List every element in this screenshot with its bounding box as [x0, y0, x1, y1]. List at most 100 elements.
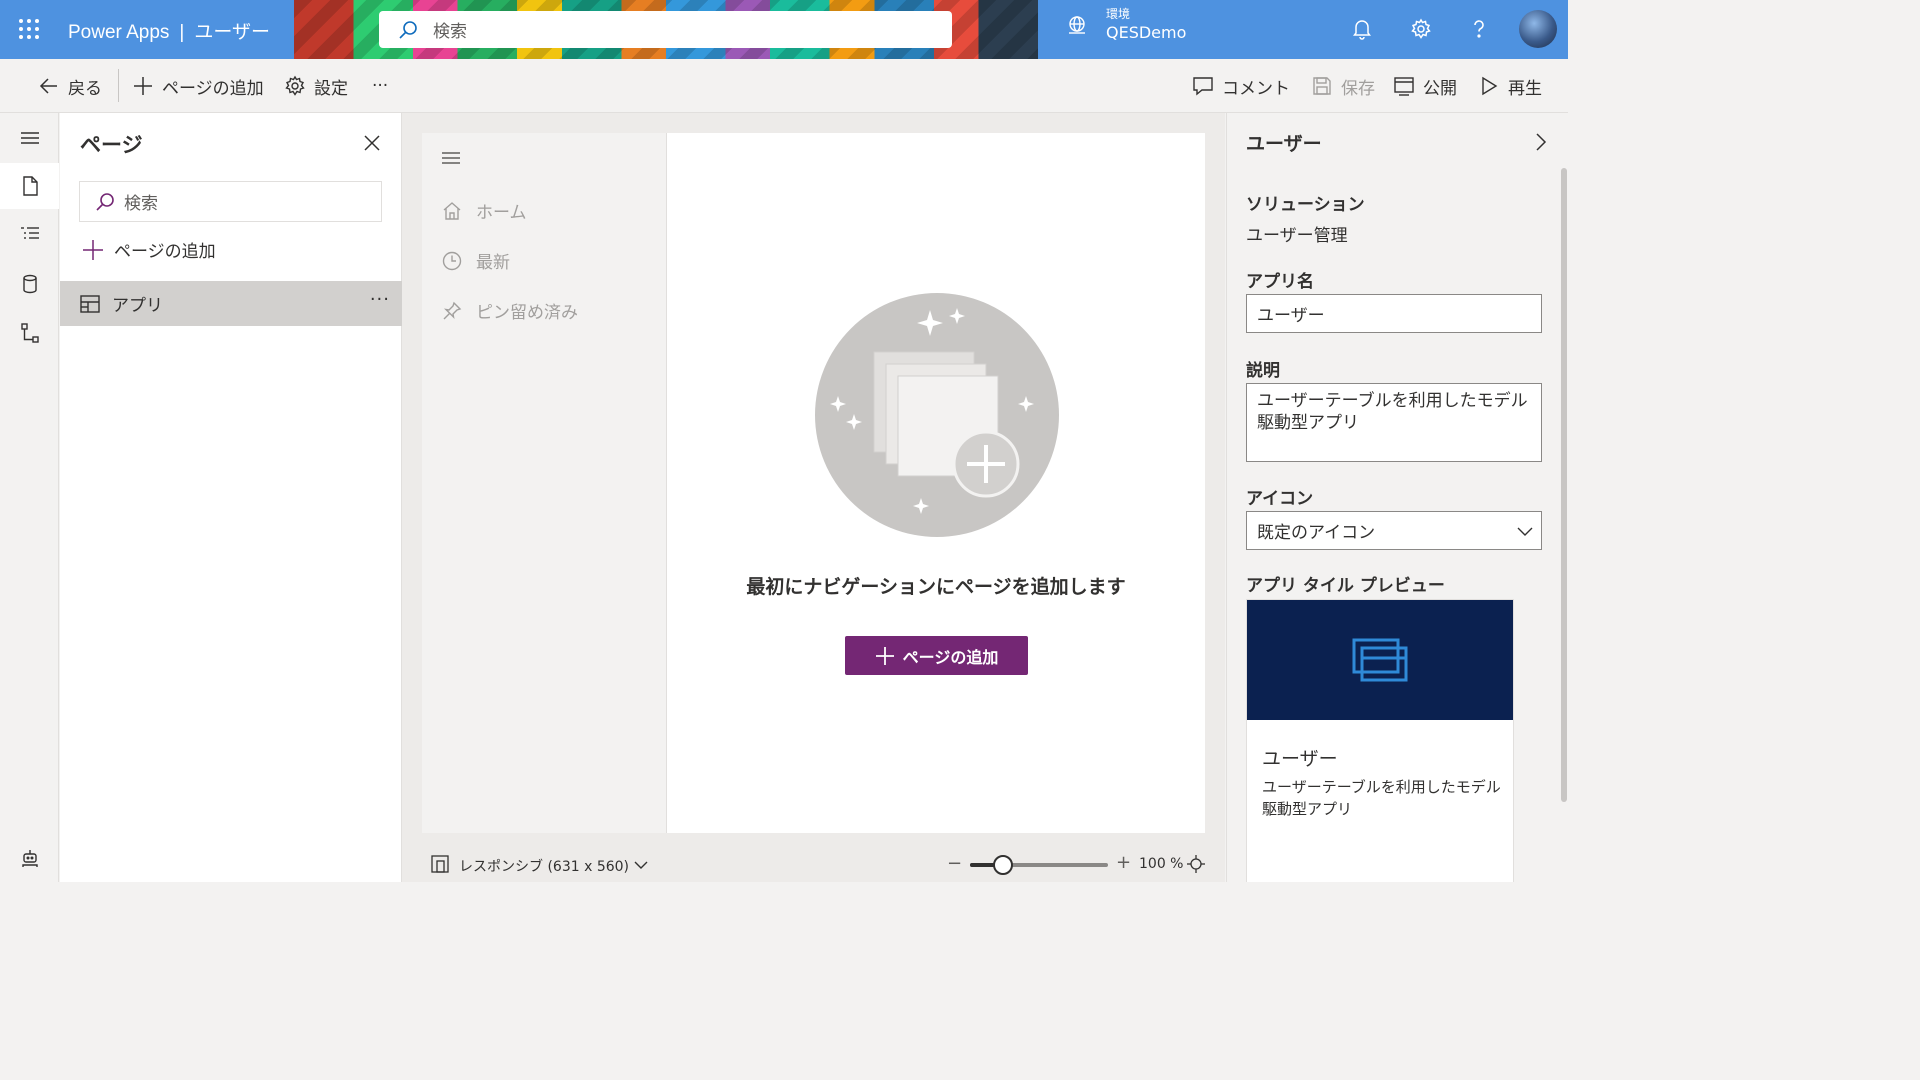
app-tile-preview: ユーザー ユーザーテーブルを利用したモデル駆動型アプリ [1246, 599, 1514, 882]
app-layout-icon [80, 294, 100, 313]
add-page-command[interactable]: ページの追加 [132, 59, 264, 113]
add-page-button[interactable]: ページの追加 [845, 636, 1028, 675]
zoom-slider-thumb[interactable] [993, 855, 1014, 875]
hamburger-icon[interactable] [441, 148, 461, 168]
user-avatar[interactable] [1519, 10, 1557, 48]
settings-command[interactable]: 設定 [284, 59, 348, 113]
chevron-down-icon[interactable] [634, 858, 648, 872]
app-title[interactable]: Power Apps | ユーザー [68, 17, 270, 44]
command-divider [118, 69, 119, 102]
icon-select-value: 既定のアイコン [1257, 523, 1376, 543]
app-name: ユーザー [194, 22, 270, 43]
empty-state-message: 最初にナビゲーションにページを追加します [746, 576, 1126, 598]
flow-icon [20, 323, 39, 343]
bell-icon[interactable] [1351, 18, 1373, 40]
back-label: 戻る [68, 78, 102, 99]
app-name-field[interactable]: ユーザー [1246, 294, 1542, 333]
environment-picker[interactable]: 環境 QESDemo [1066, 6, 1186, 44]
rail-item-copilot[interactable] [0, 835, 59, 881]
database-icon [22, 274, 37, 294]
chevron-right-icon[interactable] [1534, 133, 1548, 151]
solution-label: ソリューション [1246, 195, 1365, 215]
comment-command[interactable]: コメント [1192, 59, 1290, 113]
search-icon [96, 192, 114, 211]
search-placeholder: 検索 [433, 22, 467, 42]
tile-preview-label: アプリ タイル プレビュー [1246, 576, 1445, 596]
title-separator: | [179, 22, 185, 43]
rail-menu-toggle[interactable] [0, 115, 59, 161]
icon-select[interactable]: 既定のアイコン [1246, 511, 1542, 550]
settings-label: 設定 [314, 78, 348, 99]
play-label: 再生 [1508, 78, 1542, 99]
app-tile-banner [1247, 600, 1513, 720]
pages-search-placeholder: 検索 [124, 194, 158, 214]
gear-icon [285, 75, 305, 96]
properties-scrollbar[interactable] [1561, 168, 1567, 802]
pages-search-input[interactable]: 検索 [79, 181, 382, 222]
save-command[interactable]: 保存 [1311, 59, 1375, 113]
publish-command[interactable]: 公開 [1393, 59, 1457, 113]
back-button[interactable]: 戻る [38, 59, 102, 113]
description-field[interactable]: ユーザーテーブルを利用したモデル駆動型アプリ [1246, 383, 1542, 462]
bot-icon [21, 850, 38, 867]
rail-item-pages[interactable] [0, 163, 59, 209]
responsive-layout-icon [431, 855, 449, 873]
properties-panel: ユーザー ソリューション ユーザー管理 アプリ名 ユーザー 説明 ユーザーテーブ… [1226, 113, 1568, 882]
rail-item-automation[interactable] [0, 310, 59, 356]
zoom-in-button[interactable]: + [1116, 852, 1131, 873]
play-icon [1482, 76, 1498, 96]
preview-nav-label: ホーム [476, 203, 527, 223]
publish-icon [1394, 77, 1414, 96]
solution-value: ユーザー管理 [1246, 226, 1348, 246]
add-page-button-label: ページの追加 [902, 647, 999, 667]
properties-title: ユーザー [1246, 133, 1322, 155]
plus-icon [875, 646, 894, 665]
close-icon[interactable] [362, 133, 382, 153]
pages-add-label: ページの追加 [114, 242, 216, 262]
zoom-out-button[interactable]: − [947, 853, 962, 874]
zoom-value: 100 % [1139, 856, 1184, 872]
environment-icon [1069, 16, 1085, 34]
app-tile-name: ユーザー [1262, 748, 1338, 770]
left-rail [0, 113, 59, 882]
plus-icon [83, 239, 103, 260]
pages-add-button[interactable]: ページの追加 [82, 237, 216, 262]
pages-panel-title: ページ [80, 133, 143, 157]
canvas-area: ホーム 最新 ピン留め済み 最初にナビゲーションにページを追加します ページの追… [402, 113, 1225, 882]
preview-nav-column: ホーム 最新 ピン留め済み [422, 133, 667, 833]
app-launcher-icon[interactable] [18, 18, 40, 40]
clock-icon [442, 251, 462, 270]
zoom-slider[interactable] [970, 855, 1108, 875]
search-icon [399, 20, 417, 39]
comment-label: コメント [1222, 78, 1290, 99]
preview-nav-item-home[interactable]: ホーム [442, 198, 527, 223]
play-command[interactable]: 再生 [1478, 59, 1542, 113]
rail-item-data[interactable] [0, 261, 59, 307]
rail-item-navigation[interactable] [0, 211, 59, 257]
environment-name: QESDemo [1106, 23, 1187, 42]
app-tile-icon [1352, 638, 1408, 682]
page-list-item-label: アプリ [112, 296, 163, 316]
hamburger-icon [20, 132, 39, 144]
preview-nav-item-recent[interactable]: 最新 [442, 248, 510, 273]
more-label: ··· [372, 76, 389, 96]
responsive-size-label[interactable]: レスポンシブ (631 x 560) [459, 856, 629, 876]
canvas-status-bar: レスポンシブ (631 x 560) − + 100 % [402, 846, 1225, 882]
plus-icon [134, 77, 152, 95]
gear-icon[interactable] [1410, 18, 1432, 40]
page-list-item[interactable]: アプリ ··· [60, 281, 402, 326]
pages-panel: ページ 検索 ページの追加 アプリ ··· [60, 113, 402, 882]
top-bar: Power Apps | ユーザー 検索 環境 QESDemo [0, 0, 1568, 59]
home-icon [443, 201, 461, 220]
more-commands-button[interactable]: ··· [372, 59, 388, 113]
global-search-box[interactable]: 検索 [379, 11, 952, 48]
help-icon[interactable] [1468, 18, 1490, 40]
app-preview: ホーム 最新 ピン留め済み 最初にナビゲーションにページを追加します ページの追… [422, 133, 1205, 833]
pin-icon [443, 301, 462, 319]
preview-nav-item-pinned[interactable]: ピン留め済み [442, 298, 578, 323]
fit-to-screen-icon[interactable] [1187, 855, 1205, 873]
tree-list-icon [20, 227, 39, 239]
page-item-more-button[interactable]: ··· [370, 289, 390, 310]
app-name-label: アプリ名 [1246, 272, 1314, 292]
app-tile-description: ユーザーテーブルを利用したモデル駆動型アプリ [1262, 778, 1501, 818]
